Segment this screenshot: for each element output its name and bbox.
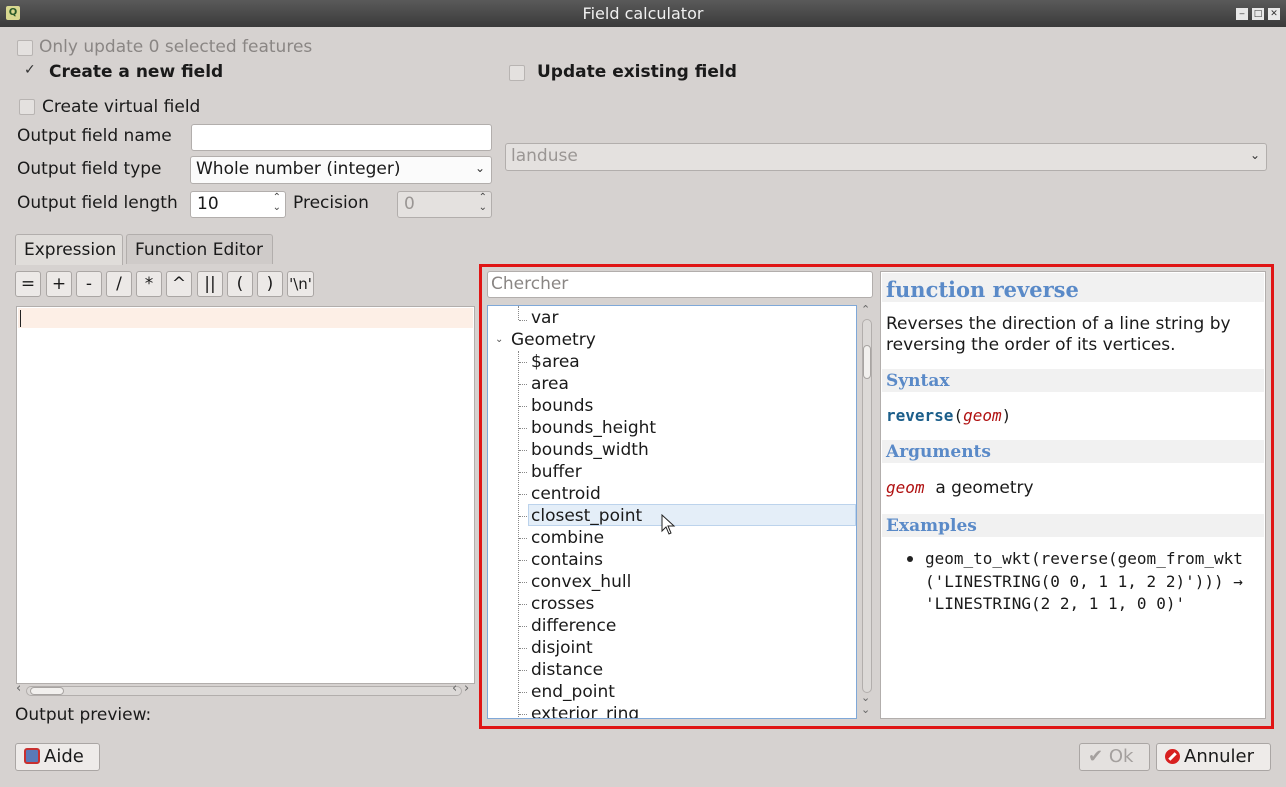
scroll-right-icon[interactable]: ›	[464, 681, 469, 696]
chevron-down-icon[interactable]: ⌄	[495, 334, 503, 345]
tree-item[interactable]: buffer	[528, 461, 585, 483]
update-existing-label: Update existing field	[537, 62, 737, 82]
operator-concat-button[interactable]: ||	[197, 271, 223, 297]
existing-field-value: landuse	[511, 146, 578, 166]
tree-item[interactable]: end_point	[528, 681, 618, 703]
tree-item[interactable]: area	[528, 373, 572, 395]
tree-item-selected[interactable]: closest_point	[528, 505, 645, 527]
window-title: Field calculator	[582, 4, 704, 23]
operator-close-paren-button[interactable]: )	[257, 271, 283, 297]
precision-value: 0	[404, 194, 415, 214]
scroll-down-icon[interactable]: ⌄	[861, 703, 870, 716]
tab-function-editor[interactable]: Function Editor	[126, 234, 273, 264]
tree-item[interactable]: bounds_height	[528, 417, 659, 439]
operator-plus-button[interactable]: +	[46, 271, 72, 297]
operator-open-paren-button[interactable]: (	[227, 271, 253, 297]
function-tree[interactable]: var ⌄ Geometry $area area bounds bounds_…	[487, 305, 857, 719]
scroll-up-icon[interactable]: ⌃	[861, 303, 870, 316]
help-description: Reverses the direction of a line string …	[886, 314, 1231, 355]
current-line-highlight	[18, 308, 473, 328]
function-help-panel: function reverse Reverses the direction …	[880, 271, 1266, 719]
operator-divide-button[interactable]: /	[106, 271, 132, 297]
tree-item[interactable]: difference	[528, 615, 619, 637]
create-new-field-checkbox[interactable]	[23, 62, 39, 81]
function-search-input[interactable]: Chercher	[487, 271, 873, 298]
output-field-length-value: 10	[197, 194, 219, 214]
precision-label: Precision	[293, 193, 369, 213]
expression-editor[interactable]	[16, 306, 475, 684]
spin-arrows-icon[interactable]: ⌃ ⌄	[273, 193, 281, 213]
tree-vertical-scrollbar[interactable]: ⌃ ⌄ ⌄	[860, 303, 874, 719]
tree-item[interactable]: exterior_ring	[528, 703, 642, 718]
output-field-length-label: Output field length	[17, 193, 178, 213]
tree-item[interactable]: bounds_width	[528, 439, 652, 461]
create-virtual-checkbox[interactable]	[19, 99, 35, 115]
scrollbar-thumb[interactable]	[863, 345, 871, 379]
tree-item[interactable]: bounds	[528, 395, 596, 417]
operator-multiply-button[interactable]: *	[136, 271, 162, 297]
tree-item[interactable]: combine	[528, 527, 607, 549]
tree-item[interactable]: crosses	[528, 593, 597, 615]
update-existing-checkbox[interactable]	[509, 65, 525, 81]
output-field-type-label: Output field type	[17, 159, 162, 179]
editor-horizontal-scrollbar[interactable]: ‹ ‹ ›	[16, 681, 475, 698]
output-field-length-spinbox[interactable]: 10 ⌃ ⌄	[190, 191, 286, 218]
tree-group-geometry[interactable]: Geometry	[508, 329, 599, 351]
maximize-icon[interactable]: □	[1252, 8, 1264, 20]
output-field-type-value: Whole number (integer)	[196, 159, 401, 179]
close-icon[interactable]: ✕	[1268, 8, 1280, 20]
minimize-icon[interactable]: ‒	[1236, 8, 1248, 20]
only-update-checkbox[interactable]	[17, 40, 33, 56]
output-field-name-label: Output field name	[17, 126, 172, 146]
tree-item[interactable]: contains	[528, 549, 606, 571]
help-button[interactable]: Aide	[15, 743, 100, 771]
help-example: geom_to_wkt(reverse(geom_from_wkt('LINES…	[925, 549, 1243, 613]
help-syntax-heading: Syntax	[882, 369, 1264, 392]
tree-item[interactable]: $area	[528, 351, 583, 373]
operator-minus-button[interactable]: -	[76, 271, 102, 297]
ok-button[interactable]: ✔ Ok	[1079, 743, 1150, 771]
create-virtual-label: Create virtual field	[42, 97, 201, 117]
tab-expression[interactable]: Expression	[15, 234, 123, 265]
scrollbar-thumb[interactable]	[30, 687, 64, 695]
tree-item-var[interactable]: var	[528, 307, 561, 329]
cancel-button[interactable]: Annuler	[1156, 743, 1271, 771]
only-update-label: Only update 0 selected features	[39, 37, 313, 57]
spin-arrows-icon[interactable]: ⌃ ⌄	[479, 193, 487, 213]
qgis-app-icon: Q	[6, 6, 20, 20]
create-new-field-label: Create a new field	[49, 62, 224, 82]
help-arguments-heading: Arguments	[882, 440, 1264, 463]
text-caret	[20, 310, 21, 327]
tree-item[interactable]: distance	[528, 659, 606, 681]
operator-equals-button[interactable]: =	[15, 271, 41, 297]
tree-item[interactable]: convex_hull	[528, 571, 634, 593]
scroll-left-icon[interactable]: ‹	[16, 681, 21, 696]
help-icon	[24, 748, 40, 764]
existing-field-select[interactable]: landuse ⌄	[505, 143, 1267, 171]
chevron-down-icon: ⌄	[474, 161, 485, 175]
help-title: function reverse	[882, 273, 1264, 302]
tree-item[interactable]: centroid	[528, 483, 604, 505]
help-syntax: reverse(geom)	[886, 406, 1012, 425]
operator-newline-button[interactable]: '\n'	[287, 271, 314, 297]
tree-item[interactable]: disjoint	[528, 637, 596, 659]
checkmark-icon: ✔	[1088, 746, 1104, 767]
chevron-down-icon: ⌄	[1249, 148, 1260, 162]
help-arg-desc: a geometry	[935, 478, 1034, 498]
precision-spinbox[interactable]: 0 ⌃ ⌄	[397, 191, 492, 218]
help-examples-heading: Examples	[882, 514, 1264, 537]
output-preview-label: Output preview:	[15, 705, 152, 725]
help-arg-name: geom	[886, 478, 925, 497]
mouse-cursor-icon	[661, 514, 676, 535]
scroll-left-icon[interactable]: ‹	[452, 681, 457, 696]
bullet-icon	[907, 556, 913, 562]
output-field-type-select[interactable]: Whole number (integer) ⌄	[190, 156, 492, 184]
help-argument-row: geom a geometry	[886, 478, 1034, 498]
operator-power-button[interactable]: ^	[166, 271, 192, 297]
title-bar: Q Field calculator ‒ □ ✕	[0, 0, 1286, 27]
cancel-icon	[1165, 749, 1180, 764]
output-field-name-input[interactable]	[191, 124, 492, 151]
